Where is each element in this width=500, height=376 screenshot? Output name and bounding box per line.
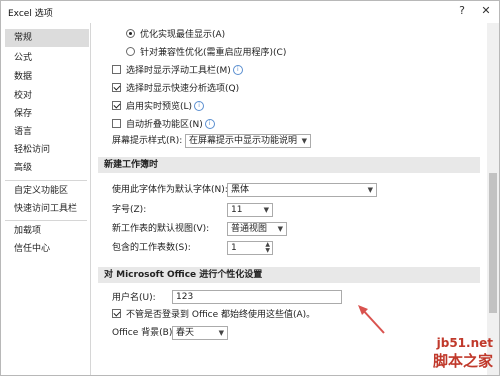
optimize-compat-label: 针对兼容性优化(需重启应用程序)(C) — [140, 48, 287, 58]
default-font-value: 黑体 — [231, 185, 250, 195]
sheet-count-spinner[interactable]: 1 ▲ ▼ — [227, 241, 273, 255]
pointer-arrow-icon — [358, 305, 385, 334]
username-label: 用户名(U): — [112, 293, 156, 303]
personalize-section-header: 对 Microsoft Office 进行个性化设置 — [98, 267, 480, 283]
info-icon: i — [232, 64, 243, 75]
default-view-select[interactable]: 普通视图 ▼ — [227, 222, 287, 236]
radio-button[interactable] — [126, 47, 135, 56]
new-workbook-section-header: 新建工作簿时 — [98, 157, 480, 173]
checkbox[interactable] — [112, 83, 121, 92]
excel-options-dialog: Excel 选项 ? ✕ 常规 公式 数据 校对 保存 语言 轻松访问 高级 自… — [0, 0, 500, 376]
default-view-label: 新工作表的默认视图(V): — [112, 224, 210, 234]
window-title: Excel 选项 — [8, 9, 53, 19]
mini-toolbar-label: 选择时显示浮动工具栏(M) — [126, 66, 231, 76]
scrollbar-thumb[interactable] — [489, 173, 497, 313]
sidebar-item-save[interactable]: 保存 — [5, 105, 89, 123]
sidebar-item-proofing[interactable]: 校对 — [5, 87, 89, 105]
optimize-display-label: 优化实现最佳显示(A) — [140, 30, 226, 40]
watermark-domain: jb51.net — [436, 336, 493, 350]
sheet-count-value: 1 — [231, 243, 237, 253]
sheet-count-label: 包含的工作表数(S): — [112, 243, 191, 253]
sidebar-item-trust-center[interactable]: 信任中心 — [5, 240, 89, 258]
always-use-values-label: 不管是否登录到 Office 都始终使用这些值(A)。 — [126, 310, 316, 320]
options-content: 优化实现最佳显示(A) 针对兼容性优化(需重启应用程序)(C) 选择时显示浮动工… — [92, 23, 487, 375]
sidebar-divider — [5, 180, 87, 181]
live-preview-option[interactable]: 启用实时预览(L) i — [112, 99, 205, 115]
tooltip-style-label: 屏幕提示样式(R): — [112, 136, 183, 146]
collapse-ribbon-option[interactable]: 自动折叠功能区(N) i — [112, 117, 215, 133]
sidebar-item-quick-access-toolbar[interactable]: 快速访问工具栏 — [5, 200, 89, 218]
sidebar-item-add-ins[interactable]: 加载项 — [5, 222, 89, 240]
chevron-down-icon: ▼ — [263, 206, 269, 214]
info-icon: i — [194, 100, 205, 111]
title-bar: Excel 选项 ? ✕ — [1, 1, 499, 21]
radio-button[interactable] — [126, 29, 135, 38]
default-font-label: 使用此字体作为默认字体(N): — [112, 185, 228, 195]
default-view-value: 普通视图 — [231, 224, 268, 234]
watermark: jb51.net 脚本之家 — [433, 336, 493, 371]
tooltip-style-value: 在屏幕提示中显示功能说明 — [189, 136, 298, 146]
sidebar-item-customize-ribbon[interactable]: 自定义功能区 — [5, 182, 89, 200]
font-size-label: 字号(Z): — [112, 205, 147, 215]
sidebar-item-accessibility[interactable]: 轻松访问 — [5, 141, 89, 159]
checkbox[interactable] — [112, 119, 121, 128]
quick-analysis-label: 选择时显示快速分析选项(Q) — [126, 84, 240, 94]
checkbox[interactable] — [112, 101, 121, 110]
checkbox[interactable] — [112, 309, 121, 318]
office-background-select[interactable]: 春天 ▼ — [172, 326, 228, 340]
office-background-label: Office 背景(B): — [112, 328, 176, 338]
sidebar-item-data[interactable]: 数据 — [5, 68, 89, 86]
chevron-down-icon: ▼ — [367, 186, 373, 194]
office-background-value: 春天 — [176, 328, 195, 338]
sidebar-divider — [5, 220, 87, 221]
tooltip-style-select[interactable]: 在屏幕提示中显示功能说明 ▼ — [185, 134, 311, 148]
sidebar-item-advanced[interactable]: 高级 — [5, 159, 89, 177]
mini-toolbar-option[interactable]: 选择时显示浮动工具栏(M) i — [112, 63, 243, 79]
quick-analysis-option[interactable]: 选择时显示快速分析选项(Q) — [112, 81, 239, 97]
sidebar-item-formulas[interactable]: 公式 — [5, 49, 89, 67]
info-icon: i — [204, 118, 215, 129]
close-button[interactable]: ✕ — [477, 3, 495, 19]
watermark-site-name: 脚本之家 — [432, 352, 493, 370]
chevron-down-icon: ▼ — [218, 329, 224, 337]
checkbox[interactable] — [112, 65, 121, 74]
live-preview-label: 启用实时预览(L) — [126, 102, 193, 112]
font-size-select[interactable]: 11 ▼ — [227, 203, 273, 217]
chevron-down-icon: ▼ — [277, 225, 283, 233]
optimize-compat-option[interactable]: 针对兼容性优化(需重启应用程序)(C) — [126, 45, 286, 61]
help-button[interactable]: ? — [453, 3, 471, 19]
vertical-scrollbar[interactable] — [487, 23, 499, 375]
collapse-ribbon-label: 自动折叠功能区(N) — [126, 120, 203, 130]
spinner-arrows-icon[interactable]: ▲ ▼ — [265, 242, 270, 254]
always-use-values-option[interactable]: 不管是否登录到 Office 都始终使用这些值(A)。 — [112, 307, 315, 323]
chevron-down-icon: ▼ — [301, 137, 307, 145]
sidebar-item-language[interactable]: 语言 — [5, 123, 89, 141]
default-font-select[interactable]: 黑体 ▼ — [227, 183, 377, 197]
sidebar: 常规 公式 数据 校对 保存 语言 轻松访问 高级 自定义功能区 快速访问工具栏… — [1, 23, 91, 375]
font-size-value: 11 — [231, 205, 243, 215]
sidebar-item-general[interactable]: 常规 — [5, 29, 89, 47]
username-input[interactable]: 123 — [172, 290, 342, 304]
optimize-display-option[interactable]: 优化实现最佳显示(A) — [126, 27, 225, 43]
